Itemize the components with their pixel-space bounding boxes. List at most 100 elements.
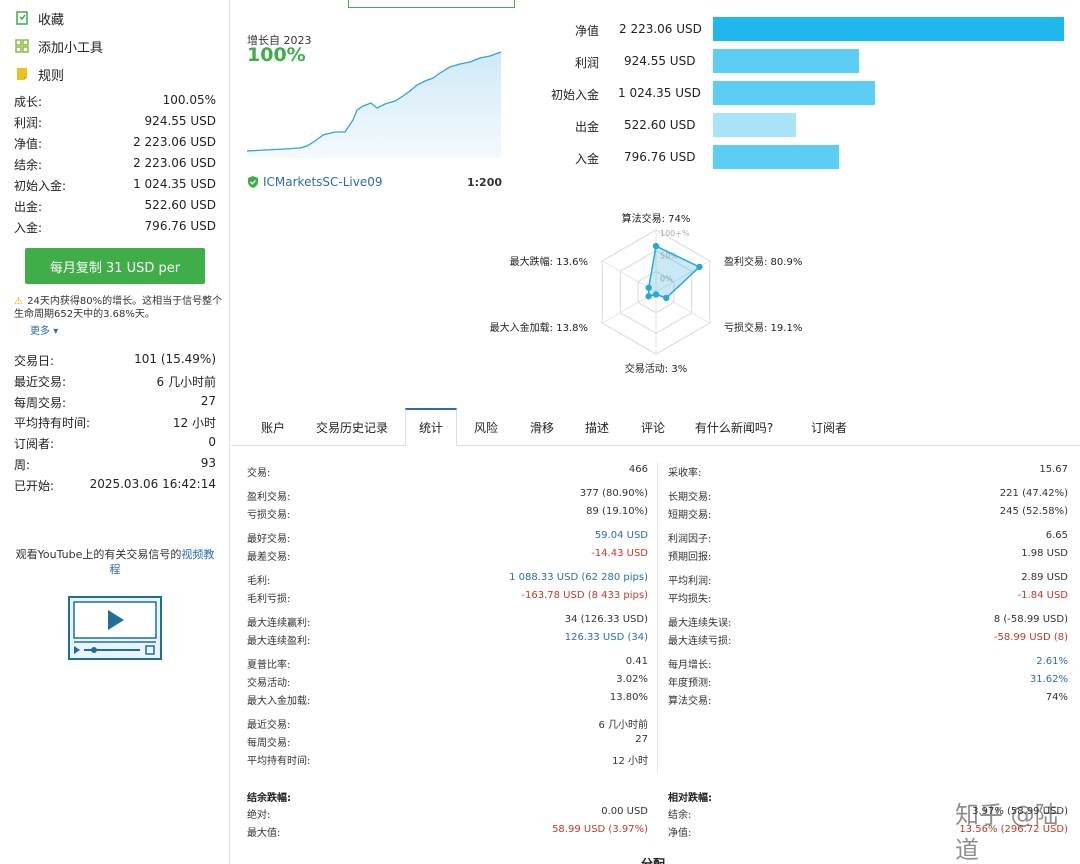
menu-label: 添加小工具	[38, 40, 104, 56]
menu-label: 规则	[38, 68, 65, 84]
stat-value: 466	[628, 464, 648, 475]
radar-point[interactable]	[652, 291, 660, 298]
stat-value: 2.89 USD	[1021, 572, 1068, 583]
stat-row: 毛利: 1 088.33 USD (62 280 pips)	[247, 572, 648, 588]
radar-point[interactable]	[663, 294, 670, 302]
bar-initial-deposit	[713, 81, 875, 105]
bar-label-equity: 净值	[574, 24, 599, 38]
stat-row: 最大连续赢利: 34 (126.33 USD)	[247, 614, 648, 630]
radar-point[interactable]	[696, 263, 703, 271]
stat-key: 短期交易:	[668, 510, 712, 521]
stat-row: 利润: 924.55 USD	[14, 114, 216, 130]
more-link[interactable]: 更多 ▾	[30, 322, 58, 337]
stat-value: 377 (80.90%)	[579, 488, 648, 499]
stat-value: 6.65	[1045, 530, 1068, 541]
stat-key: 亏损交易:	[247, 510, 291, 521]
stat-key: 最大连续亏损:	[668, 636, 732, 647]
stat-key: 每周交易:	[247, 738, 291, 749]
stat-row: 最大连续亏损: -58.99 USD (8)	[668, 632, 1068, 648]
bar-value-withdrawal: 522.60 USD	[624, 118, 696, 132]
stat-row: 入金: 796.76 USD	[14, 219, 216, 235]
menu-item-add-widget[interactable]: 添加小工具	[14, 36, 103, 56]
stat-value: -58.99 USD (8)	[993, 632, 1068, 643]
stat-key: 预期回报:	[668, 552, 712, 563]
tab-slippage[interactable]: 滑移	[523, 408, 561, 446]
radar-point[interactable]	[645, 284, 652, 291]
bookmark-icon	[14, 10, 30, 26]
chevron-down-icon: ▾	[53, 326, 59, 337]
stat-row: 订阅者: 0	[14, 435, 216, 451]
menu-item-favorites[interactable]: 收藏	[14, 8, 64, 28]
video-player-icon[interactable]	[68, 596, 162, 660]
stat-value: 74%	[1045, 692, 1068, 703]
stat-row: 出金: 522.60 USD	[14, 198, 216, 214]
stat-row: 长期交易: 221 (47.42%)	[668, 488, 1068, 504]
menu-label: 收藏	[38, 12, 65, 28]
stat-value: 1.98 USD	[1021, 548, 1068, 559]
stat-key: 最大入金加载:	[247, 696, 311, 707]
tab-risk[interactable]: 风险	[467, 408, 505, 446]
stat-value: 59.04 USD	[594, 530, 648, 541]
stat-value: -1.84 USD	[1017, 590, 1068, 601]
bar-value-initial-deposit: 1 024.35 USD	[618, 86, 701, 100]
tab-reviews[interactable]: 评论	[633, 408, 673, 446]
stat-value: 31.62%	[1029, 674, 1068, 685]
stat-value: 126.33 USD (34)	[564, 632, 648, 643]
radar-chart: 100+%50%0%算法交易: 74%盈利交易: 80.9%亏损交易: 19.1…	[490, 212, 803, 375]
bar-label-withdrawal: 出金	[574, 120, 599, 134]
stat-row: 利润因子: 6.65	[668, 530, 1068, 546]
stat-key: 采收率:	[668, 468, 702, 479]
bar-value-deposit: 796.76 USD	[624, 150, 696, 164]
tab-description[interactable]: 描述	[577, 408, 617, 446]
stat-key: 平均利润:	[668, 576, 712, 587]
stat-row: 最大入金加载: 13.80%	[247, 692, 648, 708]
stat-row: 最大值: 58.99 USD (3.97%)	[247, 824, 648, 839]
radar-axis-label: 盈利交易: 80.9%	[724, 255, 802, 268]
stat-row: 周: 93	[14, 456, 216, 472]
balance-drawdown-title: 结余跌幅:	[247, 793, 291, 804]
tab-bar: 账户 交易历史记录 统计 风险 滑移 描述 评论 有什么新闻吗? 订阅者	[231, 408, 1080, 446]
stat-row: 采收率: 15.67	[668, 464, 1068, 480]
radar-axis-label: 交易活动: 3%	[625, 362, 687, 375]
radar-point[interactable]	[652, 242, 660, 250]
menu-item-rules[interactable]: 规则	[14, 64, 64, 84]
leverage: 1:200	[467, 176, 503, 189]
stat-row: 初始入金: 1 024.35 USD	[14, 177, 216, 193]
stat-key: 交易活动:	[247, 678, 291, 689]
sidebar: 收藏 添加小工具 规则 成长: 100.05% 利润: 924.55 USD 净值:…	[0, 0, 230, 864]
stat-row: 平均持有时间: 12 小时	[14, 416, 216, 430]
radar-point[interactable]	[645, 293, 652, 300]
tab-statistics[interactable]: 统计	[405, 408, 457, 446]
relative-drawdown-title: 相对跌幅:	[668, 793, 712, 804]
radar-axis-label: 最大入金加载: 13.8%	[490, 321, 588, 334]
broker-link[interactable]: ICMarketsSC-Live09	[247, 175, 383, 189]
copy-subscribe-button[interactable]: 每月复制 31 USD per	[25, 248, 205, 284]
stat-key: 交易:	[247, 468, 271, 479]
stat-key: 最差交易:	[247, 552, 291, 563]
stat-row: 盈利交易: 377 (80.90%)	[247, 488, 648, 504]
stat-row: 交易活动: 3.02%	[247, 674, 648, 690]
stat-value: 6 几小时前	[598, 720, 648, 731]
bar-withdrawal	[713, 113, 796, 137]
tab-account[interactable]: 账户	[249, 408, 297, 446]
stat-row: 交易: 466	[247, 464, 648, 480]
tab-news[interactable]: 有什么新闻吗?	[691, 408, 777, 446]
stat-row: 绝对: 0.00 USD	[247, 806, 648, 821]
stat-key: 平均损失:	[668, 594, 712, 605]
stat-row: 最大连续失误: 8 (-58.99 USD)	[668, 614, 1068, 630]
stat-row: 结余: 2 223.06 USD	[14, 156, 216, 172]
stat-key: 最好交易:	[247, 534, 291, 545]
stat-row: 最差交易: -14.43 USD	[247, 548, 648, 564]
widgets-icon	[14, 38, 30, 54]
bar-label-profit: 利润	[574, 56, 599, 70]
tab-subscribers[interactable]: 订阅者	[801, 408, 857, 446]
stat-row: 最近交易: 6 几小时前	[14, 375, 216, 389]
tab-trade-history[interactable]: 交易历史记录	[309, 408, 395, 446]
column-divider	[657, 462, 658, 772]
stat-row: 年度预测: 31.62%	[668, 674, 1068, 690]
stat-row: 夏普比率: 0.41	[247, 656, 648, 672]
stat-key: 平均持有时间:	[247, 756, 311, 767]
stat-value: 89 (19.10%)	[586, 506, 648, 517]
bar-label-initial-deposit: 初始入金	[550, 88, 599, 102]
stat-value: -163.78 USD (8 433 pips)	[521, 590, 648, 601]
